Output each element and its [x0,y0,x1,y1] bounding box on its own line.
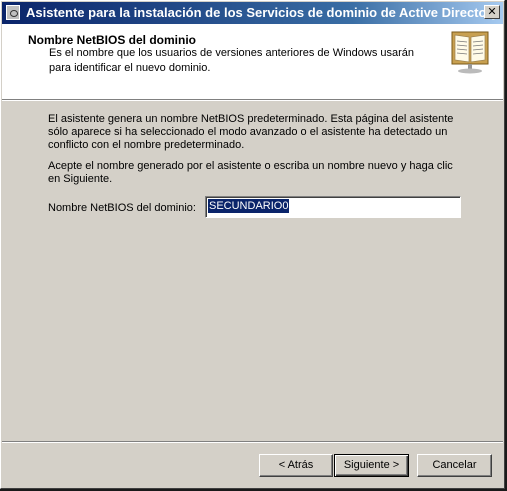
book-icon [451,31,489,74]
app-icon [6,5,20,20]
netbios-label: Nombre NetBIOS del dominio: [48,202,196,214]
close-button[interactable]: ✕ [484,5,500,19]
back-button[interactable]: < Atrás [259,454,333,477]
netbios-name-input[interactable]: SECUNDARIO0 [205,196,461,218]
cancel-button[interactable]: Cancelar [417,454,492,477]
next-button[interactable]: Siguiente > [334,454,409,477]
netbios-name-value: SECUNDARIO0 [208,199,290,213]
page-subtitle: Es el nombre que los usuarios de version… [49,47,415,74]
info-paragraph: El asistente genera un nombre NetBIOS pr… [48,113,454,151]
header-divider [2,100,503,101]
page-title: Nombre NetBIOS del dominio [28,33,197,47]
window-title: Asistente para la instalación de los Ser… [26,5,499,20]
title-bar[interactable]: Asistente para la instalación de los Ser… [2,2,503,24]
instruction-paragraph: Acepte el nombre generado por el asisten… [48,160,453,185]
wizard-window: Asistente para la instalación de los Ser… [0,0,505,489]
wizard-header: Nombre NetBIOS del dominio Es el nombre … [2,24,503,100]
footer-divider [2,441,503,443]
